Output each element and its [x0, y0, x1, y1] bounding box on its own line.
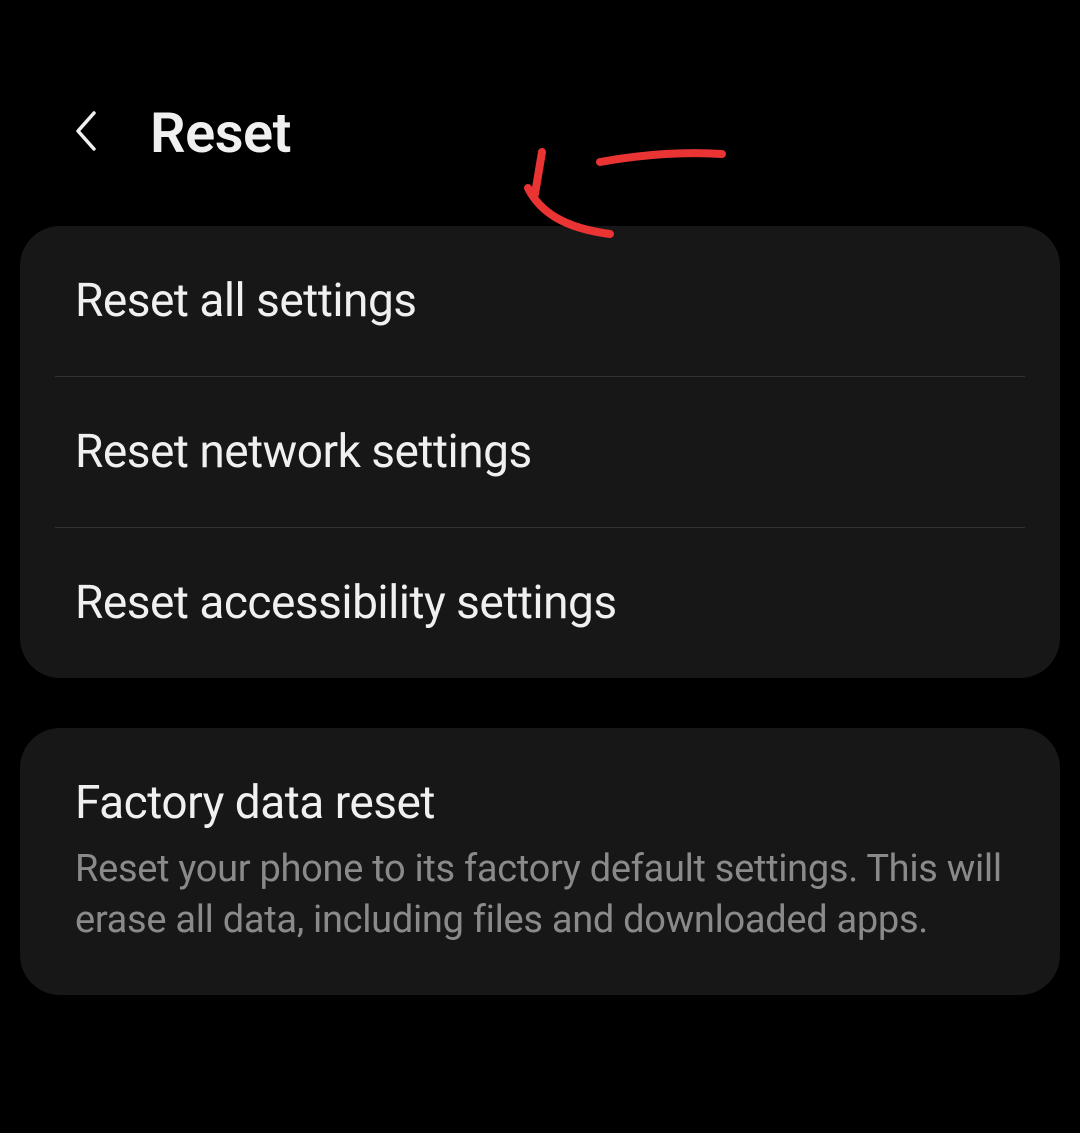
list-item-title: Reset accessibility settings: [75, 576, 1005, 630]
back-button[interactable]: [60, 103, 110, 163]
list-item-factory-data-reset[interactable]: Factory data reset Reset your phone to i…: [20, 728, 1060, 995]
list-item-title: Factory data reset: [75, 776, 1005, 830]
factory-reset-card: Factory data reset Reset your phone to i…: [20, 728, 1060, 995]
list-item-reset-network-settings[interactable]: Reset network settings: [20, 377, 1060, 527]
list-item-reset-accessibility-settings[interactable]: Reset accessibility settings: [20, 528, 1060, 678]
page-title: Reset: [150, 100, 291, 166]
list-item-reset-all-settings[interactable]: Reset all settings: [20, 226, 1060, 376]
reset-options-card: Reset all settings Reset network setting…: [20, 226, 1060, 678]
list-item-title: Reset all settings: [75, 274, 1005, 328]
list-item-title: Reset network settings: [75, 425, 1005, 479]
list-item-subtitle: Reset your phone to its factory default …: [75, 844, 1005, 947]
header: Reset: [0, 0, 1080, 206]
chevron-left-icon: [72, 109, 98, 157]
